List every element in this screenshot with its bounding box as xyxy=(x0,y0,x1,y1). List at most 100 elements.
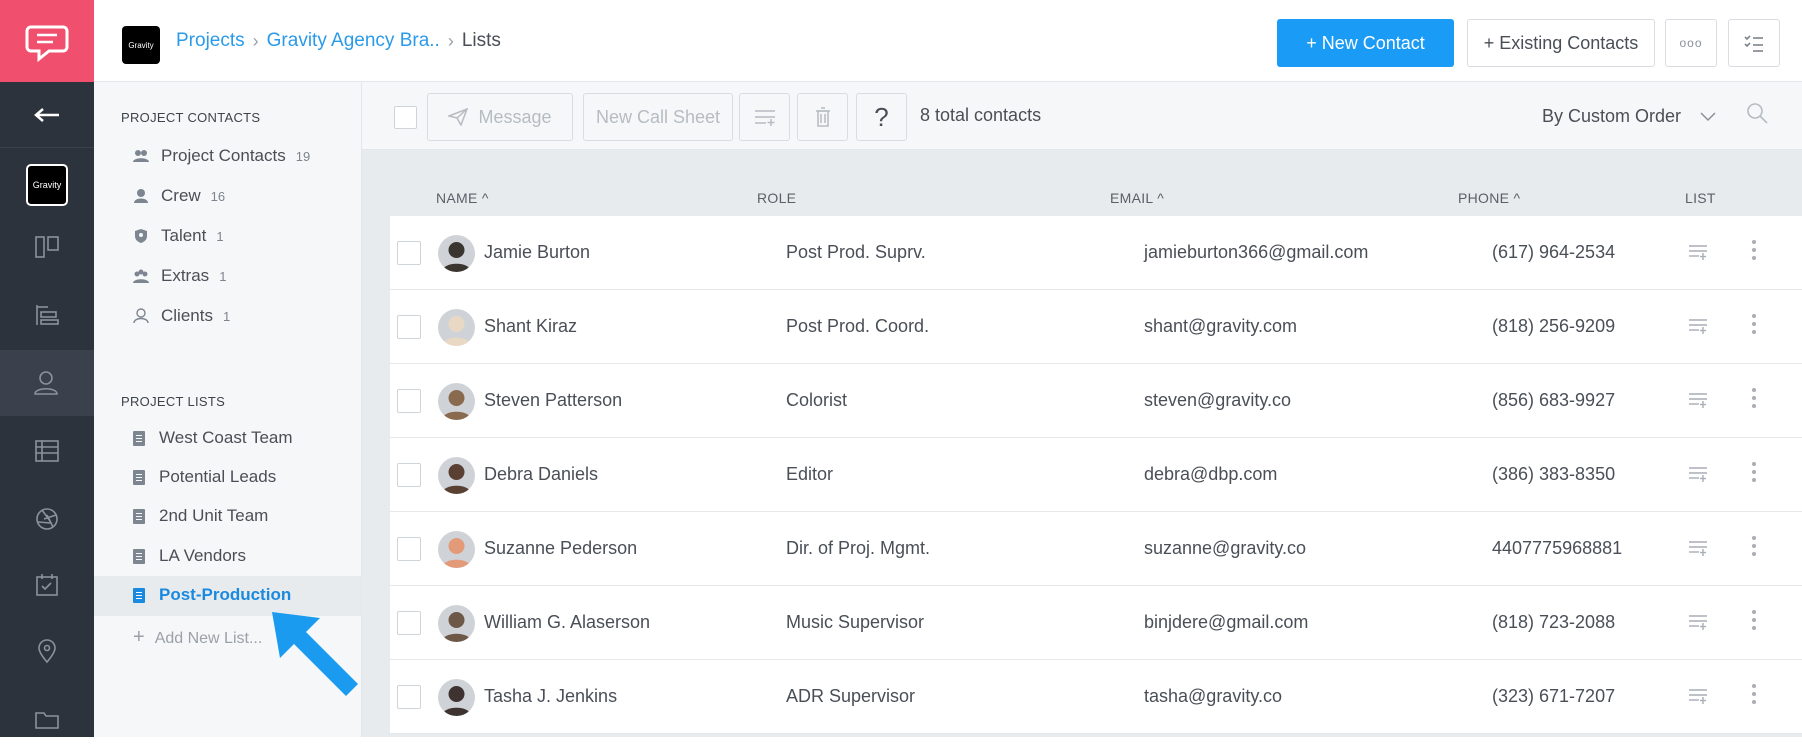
sidebar-item-label: Potential Leads xyxy=(159,467,277,486)
add-new-list-button[interactable]: + Add New List... xyxy=(133,626,262,649)
sidebar-item-label: Talent xyxy=(161,226,207,245)
table-row[interactable]: Suzanne Pederson Dir. of Proj. Mgmt. suzan… xyxy=(390,512,1802,586)
contact-role: ADR Supervisor xyxy=(786,686,916,706)
sidebar-list-west-coast-team[interactable]: West Coast Team xyxy=(133,428,293,448)
column-header-email[interactable]: EMAIL ^ xyxy=(1110,190,1164,206)
trash-icon[interactable] xyxy=(797,93,848,141)
contact-email[interactable]: jamieburton366@gmail.com xyxy=(1144,242,1368,263)
location-icon[interactable] xyxy=(0,618,94,684)
sidebar-list-la-vendors[interactable]: LA Vendors xyxy=(133,546,246,566)
folder-icon[interactable] xyxy=(0,686,94,752)
row-more-icon[interactable] xyxy=(1752,462,1756,486)
contact-email[interactable]: tasha@gravity.co xyxy=(1144,686,1282,707)
column-header-role[interactable]: ROLE xyxy=(757,190,796,206)
help-button[interactable]: ? xyxy=(856,93,907,141)
contacts-icon[interactable] xyxy=(0,350,94,416)
add-to-list-icon[interactable] xyxy=(1688,540,1708,561)
table-row[interactable]: Steven Patterson Colorist steven@gravity.c… xyxy=(390,364,1802,438)
new-contact-button[interactable]: + New Contact xyxy=(1277,19,1454,67)
contact-email[interactable]: debra@dbp.com xyxy=(1144,464,1277,485)
search-icon[interactable] xyxy=(1746,102,1768,129)
column-header-phone[interactable]: PHONE ^ xyxy=(1458,190,1520,206)
table-row[interactable]: Debra Daniels Editor debra@dbp.com (386) 38… xyxy=(390,438,1802,512)
table-row[interactable]: Shant Kiraz Post Prod. Coord. shant@gravit… xyxy=(390,290,1802,364)
row-checkbox[interactable] xyxy=(397,611,421,635)
sidebar-list-potential-leads[interactable]: Potential Leads xyxy=(133,467,276,487)
contact-email[interactable]: suzanne@gravity.co xyxy=(1144,538,1306,559)
select-all-checkbox[interactable] xyxy=(394,106,417,129)
breadcrumb-projects[interactable]: Projects xyxy=(176,30,245,52)
table-row[interactable]: William G. Alaserson Music Supervisor binj… xyxy=(390,586,1802,660)
contact-name[interactable]: Tasha J. Jenkins xyxy=(484,686,617,707)
column-header-name[interactable]: NAME ^ xyxy=(436,190,489,206)
table-row[interactable]: Jamie Burton Post Prod. Suprv. jamieburton… xyxy=(390,216,1802,290)
sidebar-item-crew[interactable]: Crew 16 xyxy=(133,186,225,206)
row-checkbox[interactable] xyxy=(397,537,421,561)
contact-name[interactable]: Shant Kiraz xyxy=(484,316,577,337)
contact-name[interactable]: Debra Daniels xyxy=(484,464,598,485)
breadcrumb-project[interactable]: Gravity Agency Bra.. xyxy=(267,30,440,52)
row-more-icon[interactable] xyxy=(1752,536,1756,560)
row-checkbox[interactable] xyxy=(397,389,421,413)
avatar xyxy=(438,531,475,568)
timeline-icon[interactable] xyxy=(0,282,94,348)
row-more-icon[interactable] xyxy=(1752,388,1756,412)
avatar xyxy=(438,235,475,272)
arrow-left-icon[interactable] xyxy=(0,82,94,148)
plus-icon: + xyxy=(133,626,145,648)
aperture-icon[interactable] xyxy=(0,486,94,552)
sidebar-list-post-production[interactable]: Post-Production xyxy=(133,585,291,605)
sort-asc-icon: ^ xyxy=(1157,190,1165,206)
contact-role: Colorist xyxy=(786,390,848,410)
contact-phone: (818) 723-2088 xyxy=(1492,612,1616,632)
stripboard-icon[interactable] xyxy=(0,418,94,484)
row-checkbox[interactable] xyxy=(397,463,421,487)
more-options-button[interactable]: ooo xyxy=(1665,19,1717,67)
contact-role: Editor xyxy=(786,464,834,484)
contact-name[interactable]: William G. Alaserson xyxy=(484,612,650,633)
contact-name[interactable]: Steven Patterson xyxy=(484,390,622,411)
sidebar-item-label: Clients xyxy=(161,306,213,325)
row-more-icon[interactable] xyxy=(1752,314,1756,338)
add-to-list-icon[interactable] xyxy=(1688,688,1708,709)
board-icon[interactable] xyxy=(0,214,94,280)
add-to-list-icon[interactable] xyxy=(739,93,790,141)
message-button[interactable]: Message xyxy=(427,93,573,141)
new-call-sheet-button[interactable]: New Call Sheet xyxy=(583,93,733,141)
header-label: NAME xyxy=(436,190,478,206)
pointer-arrow-icon xyxy=(272,612,358,696)
checklist-icon[interactable] xyxy=(1728,19,1780,67)
row-more-icon[interactable] xyxy=(1752,684,1756,708)
contact-email[interactable]: binjdere@gmail.com xyxy=(1144,612,1308,633)
row-checkbox[interactable] xyxy=(397,241,421,265)
row-checkbox[interactable] xyxy=(397,315,421,339)
sidebar-item-label: LA Vendors xyxy=(159,546,246,565)
contact-name[interactable]: Suzanne Pederson xyxy=(484,538,637,559)
table-row[interactable]: Tasha J. Jenkins ADR Supervisor tasha@grav… xyxy=(390,660,1802,734)
add-to-list-icon[interactable] xyxy=(1688,614,1708,635)
chat-bubble-icon[interactable] xyxy=(0,0,94,82)
list-doc-icon xyxy=(133,430,145,446)
add-to-list-icon[interactable] xyxy=(1688,244,1708,265)
sidebar-list-2nd-unit-team[interactable]: 2nd Unit Team xyxy=(133,506,268,526)
add-to-list-icon[interactable] xyxy=(1688,466,1708,487)
contact-name[interactable]: Jamie Burton xyxy=(484,242,590,263)
sort-dropdown[interactable]: By Custom Order xyxy=(1542,106,1716,127)
contact-email[interactable]: shant@gravity.com xyxy=(1144,316,1297,337)
existing-contacts-button[interactable]: + Existing Contacts xyxy=(1467,19,1655,67)
row-more-icon[interactable] xyxy=(1752,610,1756,634)
contact-role: Post Prod. Coord. xyxy=(786,316,930,336)
sidebar-item-clients[interactable]: Clients 1 xyxy=(133,306,230,326)
row-more-icon[interactable] xyxy=(1752,240,1756,264)
sidebar-item-project-contacts[interactable]: Project Contacts 19 xyxy=(133,146,310,166)
sidebar-item-extras[interactable]: Extras 1 xyxy=(133,266,226,286)
sidebar-item-talent[interactable]: Talent 1 xyxy=(133,226,224,246)
add-to-list-icon[interactable] xyxy=(1688,392,1708,413)
calendar-icon[interactable] xyxy=(0,552,94,618)
contact-email[interactable]: steven@gravity.co xyxy=(1144,390,1291,411)
avatar xyxy=(438,457,475,494)
add-to-list-icon[interactable] xyxy=(1688,318,1708,339)
avatar xyxy=(438,679,475,716)
row-checkbox[interactable] xyxy=(397,685,421,709)
project-badge[interactable]: Gravity xyxy=(26,164,68,206)
